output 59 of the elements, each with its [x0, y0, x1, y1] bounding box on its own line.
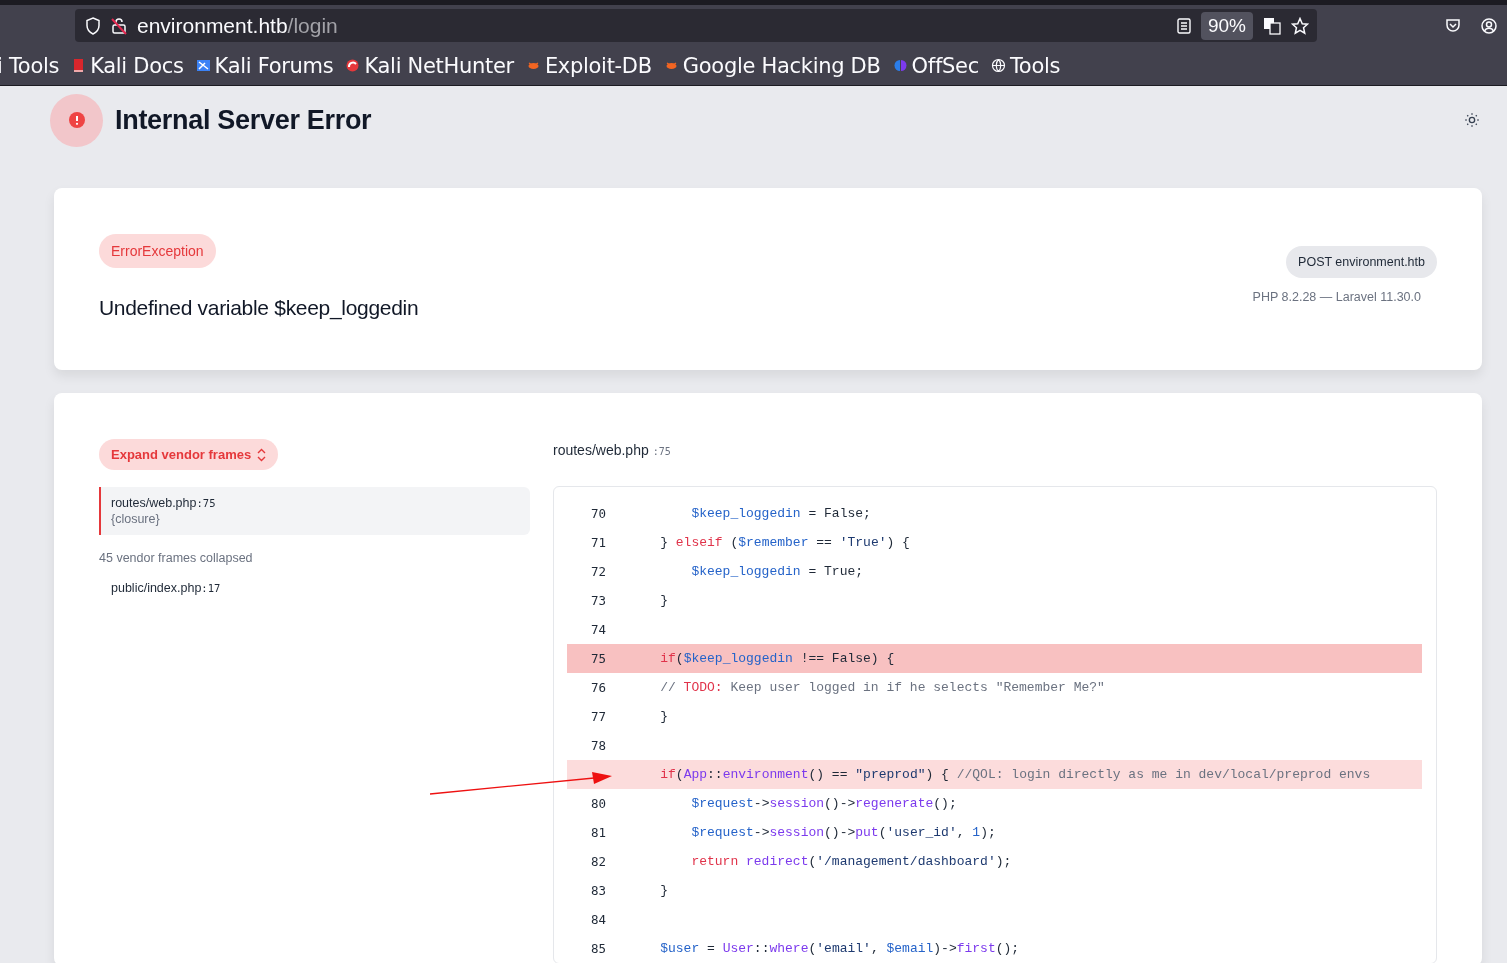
exception-type: ErrorException — [99, 234, 216, 268]
globe-icon — [990, 58, 1006, 73]
code-line: return redirect('/management/dashboard'); — [690, 854, 1012, 869]
insecure-lock-icon[interactable] — [111, 16, 127, 35]
code-line: if(App::environment() == "preprod") { //QOL: login directly as me in dev/local/preprod envs — [659, 767, 1371, 782]
error-message: Undefined variable $keep_loggedin — [99, 296, 419, 320]
line-number: 85 — [590, 941, 608, 956]
bookmark-link[interactable]: Kali Forums — [195, 53, 334, 78]
reader-view-icon[interactable] — [1176, 17, 1191, 34]
url-bar[interactable]: environment.htb/login 90% — [75, 9, 1317, 42]
line-number: 75 — [590, 651, 608, 666]
code-line: $keep_loggedin = False; — [690, 506, 871, 521]
code-line: // TODO: Keep user logged in if he selects "Remember Me?" — [659, 680, 1105, 695]
line-number: 82 — [590, 854, 608, 869]
line-number: 80 — [590, 796, 608, 811]
stack-frame[interactable]: routes/web.php:75 {closure} — [99, 487, 530, 535]
bookmark-link[interactable]: Kali Docs — [71, 53, 184, 78]
sun-icon[interactable] — [1464, 112, 1480, 128]
translate-icon[interactable] — [1263, 16, 1281, 35]
code-line: } — [659, 709, 668, 724]
line-number: 72 — [590, 564, 608, 579]
line-number: 70 — [590, 506, 608, 521]
bookmark-link[interactable]: Exploit-DB — [525, 53, 652, 78]
exclamation-icon — [68, 112, 85, 128]
code-line: } elseif ($remember == 'True') { — [659, 535, 910, 550]
url-text[interactable]: environment.htb/login — [137, 13, 338, 38]
line-number: 73 — [590, 593, 608, 608]
request-info: POST environment.htb — [1286, 246, 1437, 278]
code-line: if($keep_loggedin !== False) { — [659, 651, 895, 666]
star-icon[interactable] — [1291, 16, 1309, 35]
bookmark-link[interactable]: Tools — [990, 53, 1061, 78]
code-line: $keep_loggedin = True; — [690, 564, 864, 579]
code-line: } — [659, 593, 668, 608]
stack-frame[interactable]: public/index.php:17 — [99, 581, 530, 595]
line-number: 78 — [590, 738, 608, 753]
shield-icon[interactable] — [85, 16, 101, 35]
zoom-level[interactable]: 90% — [1200, 11, 1253, 40]
bookmark-link[interactable]: OffSec — [892, 53, 979, 78]
version-info: PHP 8.2.28 — Laravel 11.30.0 — [1252, 290, 1421, 304]
line-number: 84 — [590, 912, 608, 927]
line-number: 77 — [590, 709, 608, 724]
code-line: $request->session()->put('user_id', 1); — [690, 825, 996, 840]
line-number: 76 — [590, 680, 608, 695]
bookmark-link[interactable]: Kali NetHunter — [345, 53, 514, 78]
line-number: 74 — [590, 622, 608, 637]
source-file-path: routes/web.php :75 — [553, 442, 672, 458]
forum-icon — [195, 58, 211, 73]
code-line: } — [659, 883, 668, 898]
code-line: $request->session()->regenerate(); — [690, 796, 957, 811]
chevron-up-down-icon — [257, 447, 267, 462]
collapsed-frames-note: 45 vendor frames collapsed — [99, 551, 254, 565]
line-number: 81 — [590, 825, 608, 840]
bookmark-link[interactable]: Google Hacking DB — [663, 53, 881, 78]
pocket-icon[interactable] — [1445, 17, 1461, 34]
line-number: 71 — [590, 535, 608, 550]
account-icon[interactable] — [1481, 17, 1497, 34]
page-title: Internal Server Error — [115, 104, 372, 136]
code-line: $user = User::where('email', $email)->first(); — [659, 941, 1020, 956]
line-number: 83 — [590, 883, 608, 898]
